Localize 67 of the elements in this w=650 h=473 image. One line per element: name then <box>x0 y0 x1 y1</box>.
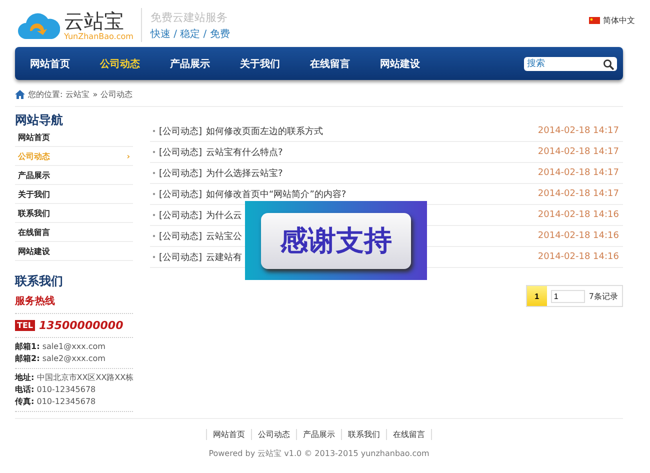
language-link[interactable]: 简体中文 <box>603 15 635 26</box>
nav-item[interactable]: 产品展示 <box>170 56 240 70</box>
news-date: 2014-02-18 14:17 <box>538 189 619 199</box>
home-icon <box>15 90 25 98</box>
record-count: 7条记录 <box>588 290 619 302</box>
news-category[interactable]: [公司动态] <box>159 166 202 180</box>
flag-icon <box>589 17 600 24</box>
nav-item[interactable]: 在线留言 <box>310 56 380 70</box>
nav-item[interactable]: 网站建设 <box>380 56 450 70</box>
news-category[interactable]: [公司动态] <box>159 124 202 138</box>
news-date: 2014-02-18 14:17 <box>538 147 619 157</box>
overlay-text: 感谢支持 <box>261 212 411 268</box>
sidebar-item[interactable]: 网站首页 <box>18 132 50 142</box>
tel-badge: TEL <box>15 320 36 331</box>
sidebar-item[interactable]: 在线留言 <box>18 226 50 238</box>
news-category[interactable]: [公司动态] <box>159 230 202 242</box>
news-title[interactable]: 为什么选择云站宝? <box>206 166 283 180</box>
footer-link[interactable]: 产品展示 <box>296 429 341 440</box>
news-title[interactable]: 云站宝有什么特点? <box>206 146 283 158</box>
contact-line: 电话: 010-12345678 <box>15 384 97 396</box>
contact-line: 邮箱1: sale1@xxx.com <box>15 341 106 353</box>
nav-item[interactable]: 网站首页 <box>30 56 100 70</box>
footer-link[interactable]: 在线留言 <box>386 429 432 440</box>
current-page[interactable]: 1 <box>526 286 547 306</box>
news-category[interactable]: [公司动态] <box>159 250 202 264</box>
tagline: 快速 / 稳定 / 免费 <box>150 28 230 40</box>
arrow-icon: › <box>126 152 130 160</box>
sidebar-item[interactable]: 网站建设 <box>18 246 50 256</box>
nav-item[interactable]: 公司动态 <box>100 56 170 70</box>
sidebar-item[interactable]: 关于我们 <box>18 188 50 200</box>
news-category[interactable]: [公司动态] <box>159 188 202 200</box>
sidebar-item[interactable]: 联系我们 <box>18 208 50 218</box>
news-title[interactable]: 为什么云 <box>206 208 242 222</box>
footer-link[interactable]: 公司动态 <box>251 429 296 440</box>
contact-line: 传真: 010-12345678 <box>15 396 97 408</box>
news-title[interactable]: 云建站有 <box>206 250 242 264</box>
news-title[interactable]: 云站宝公 <box>206 230 242 242</box>
phone-number: 13500000000 <box>39 319 124 332</box>
news-date: 2014-02-18 14:17 <box>538 168 619 178</box>
search-icon[interactable] <box>603 58 614 70</box>
contact-title: 联系我们 <box>15 273 64 290</box>
nav-item[interactable]: 关于我们 <box>240 56 310 70</box>
news-title[interactable]: 如何修改首页中“网站简介”的内容? <box>206 188 346 200</box>
news-date: 2014-02-18 14:16 <box>538 210 619 220</box>
copyright: Powered by 云站宝 v1.0 © 2013-2015 yunzhanbao.com <box>208 448 430 459</box>
news-category[interactable]: [公司动态] <box>159 146 202 158</box>
sidebar-item[interactable]: 产品展示 <box>18 170 50 180</box>
contact-line: 地址: 中国北京市XX区XX路XX栋 <box>15 372 133 384</box>
news-category[interactable]: [公司动态] <box>159 208 202 222</box>
news-date: 2014-02-18 14:16 <box>538 231 619 241</box>
footer-link[interactable]: 联系我们 <box>341 429 386 440</box>
footer-link[interactable]: 网站首页 <box>206 429 251 440</box>
sidebar-title: 网站导航 <box>15 112 64 128</box>
logo-domain: YunZhanBao.com <box>64 32 134 40</box>
hotline-title: 服务热线 <box>15 294 133 314</box>
news-date: 2014-02-18 14:17 <box>538 126 619 136</box>
news-date: 2014-02-18 14:16 <box>538 252 619 262</box>
slogan: 免费云建站服务 <box>150 10 228 24</box>
news-title[interactable]: 如何修改页面左边的联系方式 <box>206 124 324 138</box>
page-input[interactable]: 1 <box>550 290 585 302</box>
breadcrumb-link[interactable]: 云站宝 <box>66 88 90 100</box>
breadcrumb-label: 您的位置: <box>28 88 63 100</box>
breadcrumb-separator: » <box>92 90 98 98</box>
logo-name: 云站宝 <box>64 10 125 32</box>
search-field[interactable]: 搜索 <box>524 56 617 70</box>
contact-line: 邮箱2: sale2@xxx.com <box>15 353 106 365</box>
breadcrumb-link[interactable]: 公司动态 <box>100 88 133 100</box>
